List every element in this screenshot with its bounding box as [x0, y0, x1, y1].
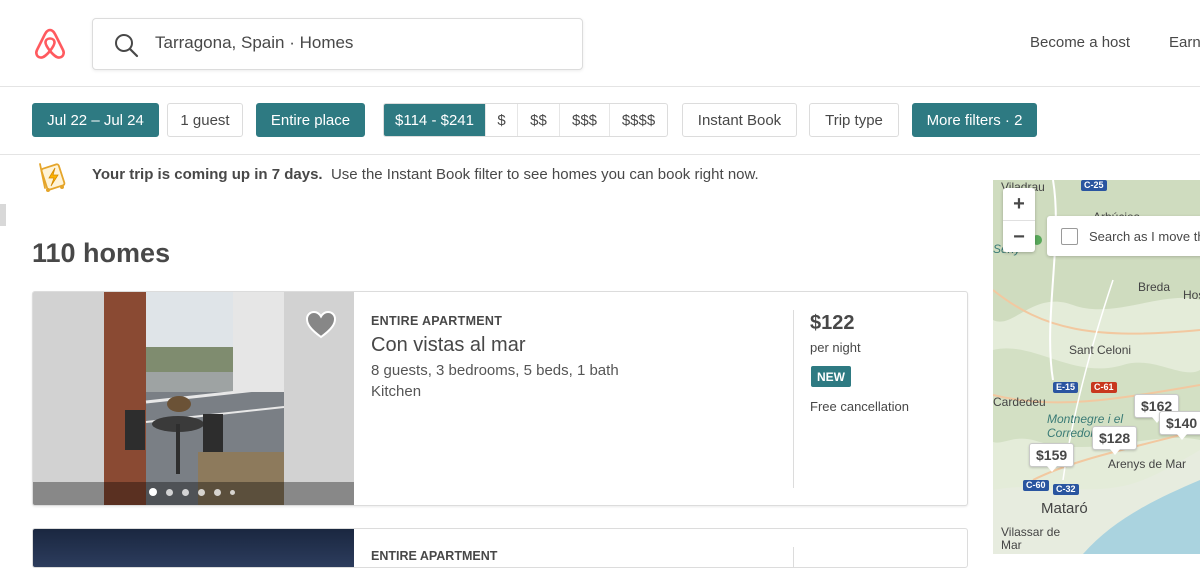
guests-filter-button[interactable]: 1 guest [167, 103, 243, 137]
price-level-4-button[interactable]: $$$$ [609, 104, 667, 136]
map-price-pin[interactable]: $159 [1029, 443, 1075, 472]
listing-card[interactable]: ENTIRE APARTMENT [32, 528, 968, 568]
road-shield: E-15 [1053, 382, 1079, 393]
listing-title[interactable]: Con vistas al mar [371, 334, 526, 357]
airbnb-logo-icon[interactable] [32, 26, 68, 62]
listing-details: 8 guests, 3 bedrooms, 5 beds, 1 bath [371, 362, 619, 379]
map-place-label: Vilassar de Mar [1001, 525, 1061, 552]
carousel-dot[interactable] [230, 489, 235, 495]
listing-price: $122 [810, 312, 855, 334]
listing-type: ENTIRE APARTMENT [371, 549, 498, 563]
listing-card[interactable]: ENTIRE APARTMENT Con vistas al mar 8 gue… [32, 291, 968, 506]
price-unit: per night [810, 340, 861, 355]
carousel-dot[interactable] [149, 488, 157, 496]
carousel-dot[interactable] [182, 488, 189, 496]
map-zoom-controls: + − [1003, 188, 1035, 252]
become-host-link[interactable]: Become a host [1030, 34, 1130, 51]
cancellation-policy: Free cancellation [810, 399, 909, 414]
road-shield: C-61 [1091, 382, 1117, 393]
search-as-move-checkbox[interactable] [1061, 228, 1078, 245]
map-place-label: Sant Celoni [1069, 343, 1132, 357]
trip-reminder-text: Your trip is coming up in 7 days. Use th… [92, 166, 759, 183]
price-filter-group: $114 - $241 $ $$ $$$ $$$$ [383, 103, 668, 137]
listing-type: ENTIRE APARTMENT [371, 314, 503, 328]
more-filters-button[interactable]: More filters · 2 [912, 103, 1037, 137]
trip-reminder-body: Use the Instant Book filter to see homes… [330, 166, 759, 183]
search-input[interactable]: Tarragona, Spain · Homes [92, 18, 583, 70]
room-type-filter-button[interactable]: Entire place [256, 103, 365, 137]
map-place-label: Mataró [1041, 500, 1088, 517]
map-place-label: Arenys de Mar [1108, 457, 1187, 471]
listing-photo[interactable] [33, 292, 354, 505]
price-level-2-button[interactable]: $$ [517, 104, 559, 136]
trip-reminder-bold: Your trip is coming up in 7 days. [92, 166, 323, 183]
results-count: 110 homes [32, 238, 171, 268]
search-icon [115, 34, 139, 58]
search-as-move-toggle[interactable]: Search as I move the map [1047, 216, 1200, 256]
filter-bar: Jul 22 – Jul 24 1 guest Entire place $11… [0, 87, 1200, 155]
road-shield: C-32 [1053, 484, 1079, 495]
card-divider [793, 310, 794, 488]
luggage-cart-icon [39, 163, 66, 192]
search-value: Tarragona, Spain · Homes [155, 33, 354, 52]
map-place-label: Cardedeu [993, 395, 1046, 409]
carousel-dot[interactable] [166, 488, 173, 496]
road-shield: C-60 [1023, 480, 1049, 491]
listing-photo[interactable] [33, 529, 354, 567]
earn-credit-link[interactable]: Earn [1169, 34, 1200, 51]
left-edge-scroll-marker [0, 204, 6, 226]
dates-filter-button[interactable]: Jul 22 – Jul 24 [32, 103, 159, 137]
instant-book-filter-button[interactable]: Instant Book [682, 103, 797, 137]
price-range-button[interactable]: $114 - $241 [384, 104, 485, 136]
price-level-3-button[interactable]: $$$ [559, 104, 609, 136]
listing-amenities: Kitchen [371, 383, 422, 400]
carousel-dot[interactable] [198, 488, 205, 496]
top-header: Tarragona, Spain · Homes Become a host E… [0, 0, 1200, 87]
trip-type-filter-button[interactable]: Trip type [809, 103, 899, 137]
map-price-pin[interactable]: $140 [1159, 411, 1200, 440]
carousel-dot[interactable] [214, 488, 221, 496]
zoom-out-button[interactable]: − [1003, 221, 1035, 253]
search-as-move-label: Search as I move the map [1089, 229, 1200, 244]
price-level-1-button[interactable]: $ [485, 104, 517, 136]
photo-carousel-dots[interactable] [149, 488, 235, 496]
map-place-label: Hostalric [1183, 288, 1200, 302]
map-price-pin[interactable]: $128 [1092, 426, 1138, 455]
map-place-label: Breda [1138, 280, 1171, 294]
road-shield: C-25 [1081, 180, 1107, 191]
favorite-heart-icon[interactable] [305, 310, 337, 340]
card-divider [793, 547, 794, 567]
new-badge: NEW [811, 366, 851, 387]
zoom-in-button[interactable]: + [1003, 188, 1035, 220]
